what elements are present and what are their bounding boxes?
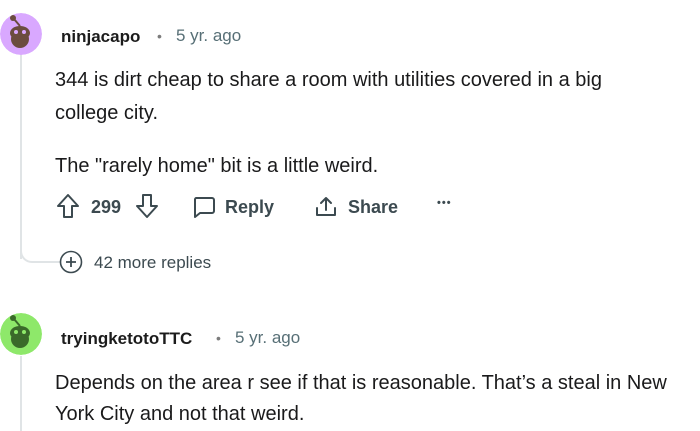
plus-circle-icon (59, 250, 83, 274)
more-replies-link[interactable]: 42 more replies (94, 253, 211, 273)
comment-body-line: The "rarely home" bit is a little weird. (55, 155, 379, 177)
expand-replies-button[interactable] (59, 250, 83, 279)
meta-separator: • (216, 330, 221, 346)
share-button[interactable]: Share (314, 195, 398, 219)
comment-body-line: college city. (55, 102, 159, 124)
comment-body-line: Depends on the area r see if that is rea… (55, 372, 667, 394)
comment-author[interactable]: tryingketotoTTC (61, 329, 192, 349)
comment-body-line: 344 is dirt cheap to share a room with u… (55, 69, 602, 91)
reply-label: Reply (225, 196, 275, 217)
share-icon (314, 195, 338, 219)
upvote-icon (56, 193, 80, 219)
comment-timestamp[interactable]: 5 yr. ago (176, 26, 241, 46)
avatar[interactable] (0, 13, 42, 55)
share-label: Share (348, 196, 399, 217)
comment-author[interactable]: ninjacapo (61, 27, 140, 47)
thread-branch (20, 243, 62, 263)
downvote-icon (135, 193, 159, 219)
avatar[interactable] (0, 313, 42, 355)
thread-line (20, 54, 22, 259)
comment-body-line: York City and not that weird. (55, 403, 305, 425)
more-options-button[interactable]: ••• (437, 197, 452, 209)
comment-icon (192, 195, 216, 219)
thread-line (20, 356, 22, 431)
vote-score: 299 (91, 197, 122, 217)
reply-button[interactable]: Reply (192, 195, 274, 219)
comment-timestamp[interactable]: 5 yr. ago (235, 328, 300, 348)
meta-separator: • (157, 28, 162, 44)
downvote-button[interactable] (135, 193, 159, 224)
upvote-button[interactable] (56, 193, 80, 224)
